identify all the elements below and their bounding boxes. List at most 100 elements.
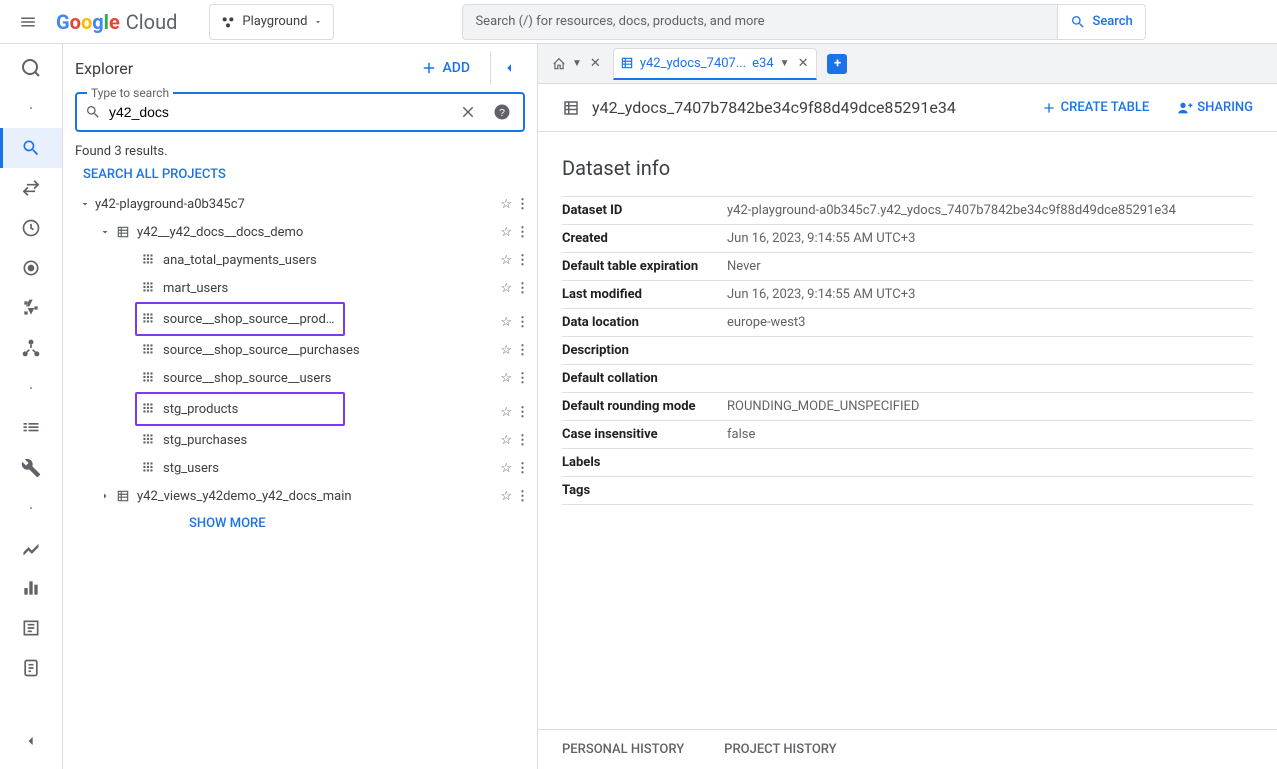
add-tab-button[interactable]: + <box>827 54 847 74</box>
tab-dataset[interactable]: y42_ydocs_7407... e34 ▼ ✕ <box>613 48 818 80</box>
star-icon[interactable]: ☆ <box>500 197 512 212</box>
info-section: Dataset info Dataset IDy42-playground-a0… <box>538 132 1277 729</box>
chevron-down-icon[interactable] <box>75 198 95 210</box>
chevron-down-icon[interactable]: ▼ <box>780 58 790 69</box>
bigquery-logo-icon[interactable] <box>11 48 51 88</box>
more-icon[interactable]: ⋮ <box>516 489 529 504</box>
more-icon[interactable]: ⋮ <box>516 281 529 296</box>
tree-table-highlighted[interactable]: source__shop_source__products <box>137 305 343 333</box>
dataset-label: y42__y42_docs__docs_demo <box>137 225 500 240</box>
results-count: Found 3 results. <box>63 136 537 163</box>
personal-history-tab[interactable]: PERSONAL HISTORY <box>562 742 684 757</box>
info-row: Labels <box>562 449 1253 477</box>
collapse-explorer-icon[interactable] <box>490 51 525 85</box>
google-cloud-logo[interactable]: Google Cloud <box>56 10 177 34</box>
explorer-search-input[interactable] <box>109 104 447 120</box>
star-icon[interactable]: ☆ <box>500 371 512 386</box>
star-icon[interactable]: ☆ <box>500 253 512 268</box>
more-icon[interactable]: ⋮ <box>516 253 529 268</box>
info-label: Default collation <box>562 365 727 393</box>
rail-settings-icon[interactable] <box>0 448 62 488</box>
explorer-panel: Explorer ADD Type to search ? Found 3 re… <box>63 44 538 769</box>
tree-table[interactable]: stg_users ☆⋮ <box>63 454 537 482</box>
close-icon[interactable]: ✕ <box>588 54 603 73</box>
tree-project[interactable]: y42-playground-a0b345c7 ☆⋮ <box>63 190 537 218</box>
sharing-button[interactable]: SHARING <box>1177 100 1253 116</box>
info-row: Default rounding modeROUNDING_MODE_UNSPE… <box>562 393 1253 421</box>
tab-home[interactable]: ▼ ✕ <box>546 48 609 80</box>
more-icon[interactable]: ⋮ <box>516 461 529 476</box>
info-row: Data locationeurope-west3 <box>562 309 1253 337</box>
tree-dataset[interactable]: y42__y42_docs__docs_demo ☆ ⋮ <box>63 218 537 246</box>
star-icon[interactable]: ☆ <box>500 315 512 330</box>
info-value <box>727 365 1253 393</box>
search-all-projects-link[interactable]: SEARCH ALL PROJECTS <box>63 163 537 190</box>
tree-table[interactable]: mart_users ☆ ⋮ <box>63 274 537 302</box>
table-label: mart_users <box>163 281 500 296</box>
rail-scheduled-icon[interactable] <box>0 208 62 248</box>
table-label: stg_products <box>163 402 335 417</box>
info-value <box>727 337 1253 365</box>
chevron-down-icon[interactable] <box>95 226 115 238</box>
info-label: Description <box>562 337 727 365</box>
rail-slots-icon[interactable] <box>0 568 62 608</box>
close-icon[interactable]: ✕ <box>796 54 811 73</box>
more-icon[interactable]: ⋮ <box>516 197 529 212</box>
tree-table[interactable]: source__shop_source__purchases ☆ ⋮ <box>63 336 537 364</box>
search-icon <box>85 104 101 120</box>
chevron-right-icon[interactable] <box>95 490 115 502</box>
tree-dataset[interactable]: y42_views_y42demo_y42_docs_main ☆⋮ <box>63 482 537 510</box>
tree-table[interactable]: stg_purchases ☆⋮ <box>63 426 537 454</box>
rail-monitoring-icon[interactable] <box>0 528 62 568</box>
add-button[interactable]: ADD <box>408 51 482 85</box>
more-icon[interactable]: ⋮ <box>516 343 529 358</box>
project-history-tab[interactable]: PROJECT HISTORY <box>724 742 836 757</box>
more-icon[interactable]: ⋮ <box>516 315 529 330</box>
star-icon[interactable]: ☆ <box>500 225 512 240</box>
info-value: Jun 16, 2023, 9:14:55 AM UTC+3 <box>727 225 1253 253</box>
star-icon[interactable]: ☆ <box>500 461 512 476</box>
search-input[interactable]: Search (/) for resources, docs, products… <box>462 4 1058 40</box>
rail-ml-icon[interactable] <box>0 328 62 368</box>
sharing-label: SHARING <box>1197 100 1253 115</box>
star-icon[interactable]: ☆ <box>500 405 512 420</box>
rail-explorer-icon[interactable] <box>0 128 62 168</box>
tree-table[interactable]: ana_total_payments_users ☆⋮ <box>63 246 537 274</box>
create-table-label: CREATE TABLE <box>1061 100 1150 115</box>
search-help-icon[interactable]: ? <box>489 99 515 125</box>
hamburger-menu-icon[interactable] <box>8 2 48 42</box>
star-icon[interactable]: ☆ <box>500 489 512 504</box>
rail-reservations-icon[interactable] <box>0 248 62 288</box>
star-icon[interactable]: ☆ <box>500 433 512 448</box>
search-button[interactable]: Search <box>1058 4 1145 40</box>
info-row: Description <box>562 337 1253 365</box>
star-icon[interactable]: ☆ <box>500 343 512 358</box>
search-placeholder: Search (/) for resources, docs, products… <box>475 14 764 29</box>
star-icon[interactable]: ☆ <box>500 281 512 296</box>
table-label: source__shop_source__purchases <box>163 343 500 358</box>
more-icon[interactable]: ⋮ <box>516 225 529 240</box>
info-label: Created <box>562 225 727 253</box>
info-row: CreatedJun 16, 2023, 9:14:55 AM UTC+3 <box>562 225 1253 253</box>
dataset-icon <box>620 56 634 70</box>
show-more-link[interactable]: SHOW MORE <box>63 510 537 537</box>
more-icon[interactable]: ⋮ <box>516 405 529 420</box>
table-label: source__shop_source__products <box>163 312 335 327</box>
more-icon[interactable]: ⋮ <box>516 433 529 448</box>
rail-bi-engine-icon[interactable] <box>0 288 62 328</box>
clear-search-icon[interactable] <box>455 99 481 125</box>
info-value: y42-playground-a0b345c7.y42_ydocs_7407b7… <box>727 197 1253 225</box>
rail-capacity-icon[interactable] <box>0 608 62 648</box>
rail-collapse-icon[interactable] <box>0 721 62 761</box>
search-label: Type to search <box>87 86 173 100</box>
create-table-button[interactable]: CREATE TABLE <box>1041 100 1150 116</box>
project-picker[interactable]: Playground <box>209 4 334 40</box>
more-icon[interactable]: ⋮ <box>516 371 529 386</box>
chevron-down-icon[interactable]: ▼ <box>572 58 582 69</box>
rail-migration-icon[interactable] <box>0 648 62 688</box>
tree-table[interactable]: source__shop_source__users ☆⋮ <box>63 364 537 392</box>
content-area: ▼ ✕ y42_ydocs_7407... e34 ▼ ✕ + y42_ydoc… <box>538 44 1277 769</box>
tree-table-highlighted[interactable]: stg_products <box>137 395 343 423</box>
rail-transfers-icon[interactable] <box>0 168 62 208</box>
rail-partners-icon[interactable] <box>0 408 62 448</box>
